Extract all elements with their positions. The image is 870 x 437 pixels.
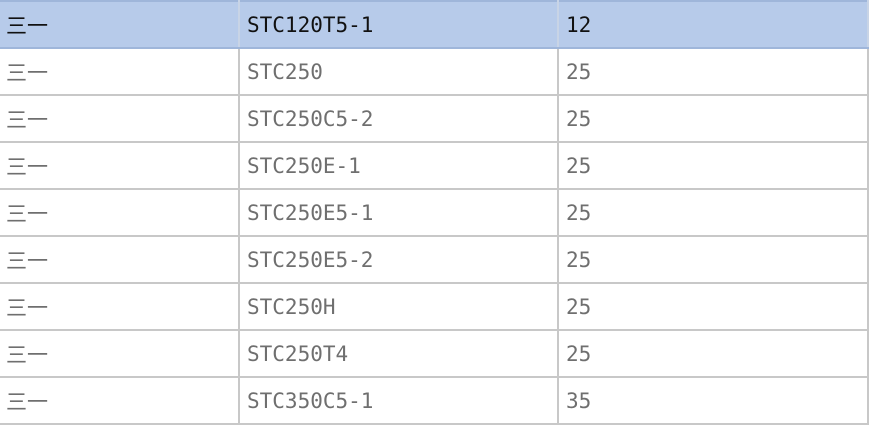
cell-model[interactable]: STC250	[239, 48, 559, 96]
cell-brand[interactable]: 三一	[0, 48, 240, 96]
table-row[interactable]: 三一 STC120T5-1 12	[0, 1, 869, 49]
cell-model[interactable]: STC250E5-1	[239, 189, 559, 237]
cell-brand[interactable]: 三一	[0, 330, 240, 378]
table-row[interactable]: 三一 STC250E5-1 25	[0, 189, 869, 237]
cell-model[interactable]: STC250E5-2	[239, 236, 559, 284]
cell-brand[interactable]: 三一	[0, 236, 240, 284]
cell-tonnage[interactable]: 25	[558, 283, 869, 331]
cell-tonnage[interactable]: 25	[558, 236, 869, 284]
table-row[interactable]: 三一 STC250T4 25	[0, 330, 869, 378]
cell-model[interactable]: STC250E-1	[239, 142, 559, 190]
cell-brand[interactable]: 三一	[0, 283, 240, 331]
data-grid: 三一 STC120T5-1 12 三一 STC250 25 三一 STC250C…	[0, 0, 870, 437]
cell-tonnage[interactable]: 25	[558, 95, 869, 143]
cell-tonnage[interactable]: 25	[558, 142, 869, 190]
cell-brand[interactable]: 三一	[0, 377, 240, 425]
cell-brand[interactable]: 三一	[0, 95, 240, 143]
crane-model-table: 三一 STC120T5-1 12 三一 STC250 25 三一 STC250C…	[0, 0, 869, 425]
table-body: 三一 STC120T5-1 12 三一 STC250 25 三一 STC250C…	[0, 1, 869, 425]
cell-tonnage[interactable]: 25	[558, 189, 869, 237]
cell-model[interactable]: STC120T5-1	[239, 1, 559, 49]
cell-tonnage[interactable]: 12	[558, 1, 869, 49]
table-row[interactable]: 三一 STC250C5-2 25	[0, 95, 869, 143]
table-row[interactable]: 三一 STC350C5-1 35	[0, 377, 869, 425]
cell-tonnage[interactable]: 35	[558, 377, 869, 425]
cell-tonnage[interactable]: 25	[558, 330, 869, 378]
table-row[interactable]: 三一 STC250 25	[0, 48, 869, 96]
cell-brand[interactable]: 三一	[0, 142, 240, 190]
cell-brand[interactable]: 三一	[0, 189, 240, 237]
cell-tonnage[interactable]: 25	[558, 48, 869, 96]
table-row[interactable]: 三一 STC250H 25	[0, 283, 869, 331]
table-row[interactable]: 三一 STC250E-1 25	[0, 142, 869, 190]
cell-model[interactable]: STC250C5-2	[239, 95, 559, 143]
cell-model[interactable]: STC350C5-1	[239, 377, 559, 425]
cell-model[interactable]: STC250H	[239, 283, 559, 331]
cell-model[interactable]: STC250T4	[239, 330, 559, 378]
table-row[interactable]: 三一 STC250E5-2 25	[0, 236, 869, 284]
cell-brand[interactable]: 三一	[0, 1, 240, 49]
